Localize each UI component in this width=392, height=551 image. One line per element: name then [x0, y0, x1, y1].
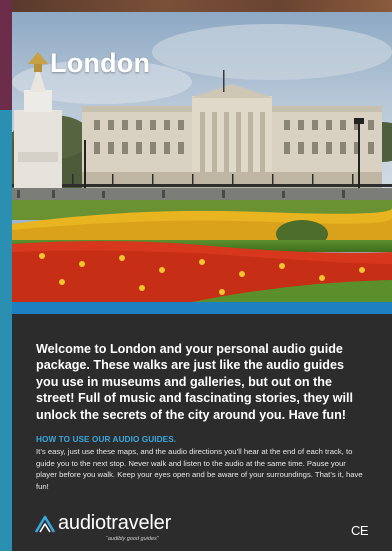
- mountain-wave-icon: [34, 515, 56, 533]
- left-edge-accent: [0, 0, 12, 110]
- accent-band: [12, 302, 392, 314]
- brand-name-traveler: traveler: [105, 512, 172, 534]
- cover-photo: London: [12, 12, 392, 302]
- how-to-heading: HOW TO USE OUR AUDIO GUIDES.: [36, 435, 177, 444]
- audiotraveler-logo: audiotraveler “audibly good guides”: [34, 512, 194, 543]
- ce-certification-mark: CE: [351, 523, 369, 538]
- brand-wordmark: audiotraveler: [58, 512, 171, 535]
- city-title: London: [50, 48, 151, 78]
- brand-tagline: “audibly good guides”: [106, 536, 159, 542]
- top-photo-band: [12, 0, 392, 12]
- how-to-instructions: It’s easy, just use these maps, and the …: [36, 447, 363, 491]
- guide-cover-page: London Welcome to London and your person…: [0, 0, 392, 551]
- brand-name-audio: audio: [58, 512, 106, 534]
- welcome-paragraph: Welcome to London and your personal audi…: [36, 342, 354, 422]
